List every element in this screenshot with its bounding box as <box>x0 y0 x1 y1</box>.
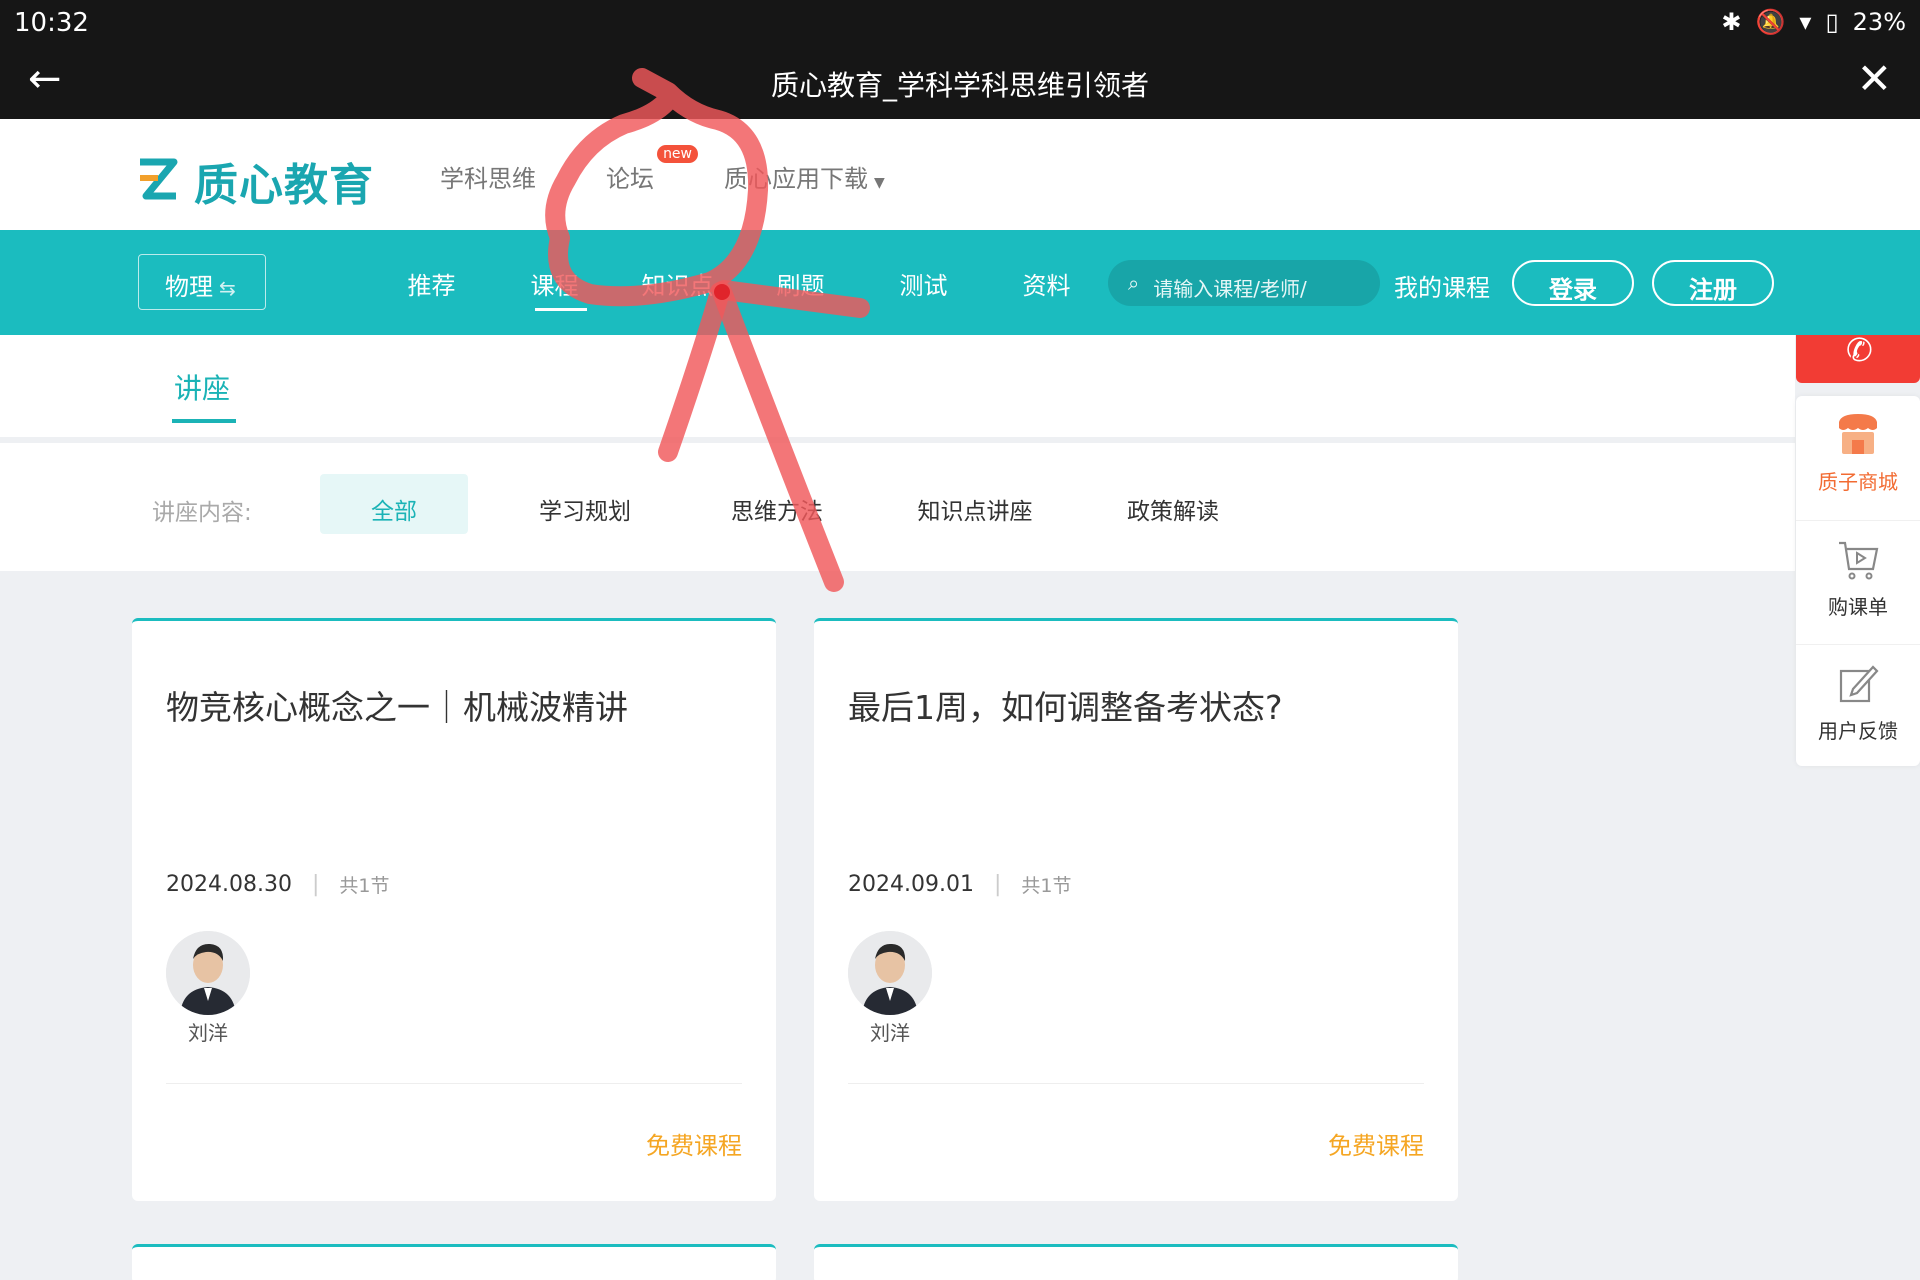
course-meta: 2024.09.01 | 共1节 <box>848 871 1071 898</box>
logo-icon <box>136 156 180 206</box>
main-nav: 推荐 课程 知识点 刷题 测试 资料 <box>370 266 1108 311</box>
lecture-tabbar: 讲座 <box>0 335 1795 437</box>
bluetooth-icon: ✱ <box>1721 8 1742 36</box>
brand-logo[interactable]: 质心教育 <box>136 149 374 213</box>
login-button[interactable]: 登录 <box>1512 260 1634 306</box>
search-box: ⌕ <box>1108 260 1380 306</box>
brand-name: 质心教育 <box>194 160 374 211</box>
nav-exercises[interactable]: 刷题 <box>739 266 862 301</box>
side-cart-label: 购课单 <box>1828 595 1888 619</box>
side-cart[interactable]: 购课单 <box>1796 520 1920 644</box>
teacher-name: 刘洋 <box>188 1021 228 1045</box>
floating-side-panel: 质子商城 购课单 用户反馈 <box>1796 396 1920 766</box>
nav-tests[interactable]: 测试 <box>862 266 985 301</box>
course-title[interactable]: 物竞核心概念之一｜机械波精讲 <box>166 681 628 729</box>
course-lessons: 共1节 <box>339 875 390 897</box>
shop-icon <box>1796 412 1920 462</box>
nav-materials[interactable]: 资料 <box>985 266 1108 301</box>
filter-policy-interpretation[interactable]: 政策解读 <box>1108 474 1238 534</box>
status-icons: ✱ 🔕 ▾ ▯ 23% <box>1721 8 1906 36</box>
filter-knowledge-lectures[interactable]: 知识点讲座 <box>900 474 1050 534</box>
course-lessons: 共1节 <box>1021 875 1072 897</box>
my-courses-link[interactable]: 我的课程 <box>1394 268 1490 303</box>
wifi-icon: ▾ <box>1799 8 1812 36</box>
status-bar: 10:32 ✱ 🔕 ▾ ▯ 23% <box>0 0 1920 44</box>
phone-contact-button[interactable]: ✆ <box>1796 331 1920 383</box>
filter-thinking-methods[interactable]: 思维方法 <box>712 474 842 534</box>
browser-titlebar: ← 质心教育_学科学科思维引领者 ✕ <box>0 44 1920 119</box>
card-divider <box>848 1083 1424 1084</box>
filter-all[interactable]: 全部 <box>320 474 468 534</box>
tab-lectures[interactable]: 讲座 <box>171 367 237 423</box>
search-icon: ⌕ <box>1128 271 1140 295</box>
course-card[interactable]: 最后1周，如何调整备考状态? 2024.09.01 | 共1节 刘洋 免费课程 <box>814 618 1458 1201</box>
side-feedback[interactable]: 用户反馈 <box>1796 644 1920 768</box>
new-badge: new <box>657 145 698 163</box>
free-course-tag[interactable]: 免费课程 <box>646 1126 742 1161</box>
mute-icon: 🔕 <box>1755 8 1786 36</box>
filter-study-planning[interactable]: 学习规划 <box>520 474 650 534</box>
status-time: 10:32 <box>14 8 89 38</box>
close-icon[interactable]: ✕ <box>1857 54 1892 103</box>
meta-divider: | <box>993 872 1002 897</box>
search-input[interactable] <box>1153 271 1354 306</box>
battery-level: 23% <box>1852 8 1906 36</box>
swap-icon: ⇆ <box>219 276 236 300</box>
nav-knowledge-points[interactable]: 知识点 <box>616 266 739 301</box>
top-nav-forum[interactable]: 论坛 new <box>606 145 698 194</box>
lecture-filter: 讲座内容: 全部 学习规划 思维方法 知识点讲座 政策解读 <box>0 443 1795 571</box>
nav-recommend[interactable]: 推荐 <box>370 266 493 301</box>
side-feedback-label: 用户反馈 <box>1818 719 1898 743</box>
filter-label: 讲座内容: <box>152 500 252 526</box>
teacher-avatar <box>166 931 250 1015</box>
site-header: 质心教育 学科思维 论坛 new 质心应用下载 ▼ <box>0 119 1920 230</box>
register-button[interactable]: 注册 <box>1652 260 1774 306</box>
free-course-tag[interactable]: 免费课程 <box>1328 1126 1424 1161</box>
battery-icon: ▯ <box>1825 8 1839 36</box>
side-shop[interactable]: 质子商城 <box>1796 396 1920 520</box>
course-card-partial[interactable] <box>814 1244 1458 1280</box>
course-card-partial[interactable] <box>132 1244 776 1280</box>
top-nav: 学科思维 论坛 new 质心应用下载 ▼ <box>440 145 885 194</box>
feedback-icon <box>1796 661 1920 711</box>
course-date: 2024.09.01 <box>848 872 974 897</box>
meta-divider: | <box>311 872 320 897</box>
side-shop-label: 质子商城 <box>1818 470 1898 494</box>
main-navbar: 物理⇆ 推荐 课程 知识点 刷题 测试 资料 ⌕ 我的课程 登录 注册 <box>0 230 1920 335</box>
course-date: 2024.08.30 <box>166 872 292 897</box>
subject-switch-button[interactable]: 物理 ⇆ <box>138 254 266 310</box>
course-meta: 2024.08.30 | 共1节 <box>166 871 389 898</box>
top-nav-app-download[interactable]: 质心应用下载 ▼ <box>724 159 885 194</box>
phone-icon: ✆ <box>1846 331 1873 369</box>
course-card[interactable]: 物竞核心概念之一｜机械波精讲 2024.08.30 | 共1节 刘洋 免费课程 <box>132 618 776 1201</box>
teacher-name: 刘洋 <box>870 1021 910 1045</box>
nav-courses[interactable]: 课程 <box>493 266 616 311</box>
caret-down-icon: ▼ <box>874 175 885 191</box>
teacher-avatar <box>848 931 932 1015</box>
card-divider <box>166 1083 742 1084</box>
course-title[interactable]: 最后1周，如何调整备考状态? <box>848 681 1283 729</box>
cart-icon <box>1796 537 1920 587</box>
top-nav-subject-thinking[interactable]: 学科思维 <box>440 159 536 194</box>
page-title: 质心教育_学科学科思维引领者 <box>770 69 1149 102</box>
